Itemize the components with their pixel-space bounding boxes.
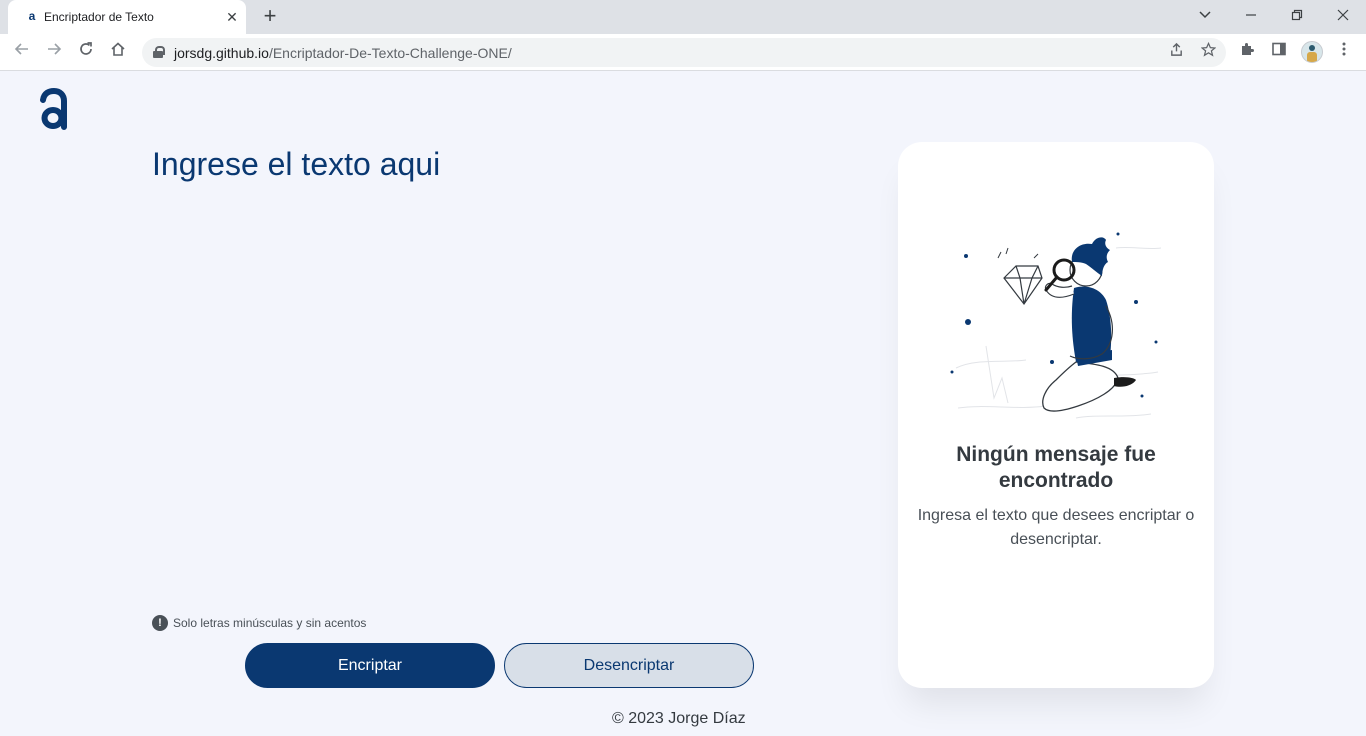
share-icon[interactable]	[1164, 41, 1188, 65]
url-text: jorsdg.github.io/Encriptador-De-Texto-Ch…	[174, 45, 512, 61]
browser-toolbar: jorsdg.github.io/Encriptador-De-Texto-Ch…	[0, 34, 1366, 71]
minimize-icon[interactable]	[1228, 0, 1274, 32]
home-icon[interactable]	[104, 38, 132, 66]
text-input[interactable]	[152, 200, 852, 590]
encrypt-button[interactable]: Encriptar	[245, 643, 495, 688]
bookmark-star-icon[interactable]	[1196, 41, 1220, 65]
lock-icon[interactable]	[153, 46, 165, 58]
back-icon[interactable]	[8, 38, 36, 66]
page-title: Ingrese el texto aqui	[152, 146, 441, 182]
result-message: Ingresa el texto que desees encriptar o …	[917, 507, 1195, 548]
browser-tab-strip: a Encriptador de Texto ✕ +	[0, 0, 1366, 34]
close-tab-icon[interactable]: ✕	[222, 7, 242, 27]
forward-icon[interactable]	[40, 38, 68, 66]
close-window-icon[interactable]	[1320, 0, 1366, 32]
extensions-icon[interactable]	[1233, 38, 1261, 66]
address-bar[interactable]: jorsdg.github.io/Encriptador-De-Texto-Ch…	[142, 38, 1226, 67]
person-with-magnifier-illustration	[950, 232, 1162, 419]
decrypt-button[interactable]: Desencriptar	[504, 643, 754, 688]
browser-tab[interactable]: a Encriptador de Texto ✕	[8, 0, 246, 34]
site-favicon-icon: a	[28, 9, 36, 23]
result-card: Ningún mensaje fue encontrado Ingresa el…	[898, 142, 1214, 688]
profile-avatar[interactable]	[1301, 41, 1323, 63]
more-menu-icon[interactable]	[1330, 38, 1358, 66]
side-panel-icon[interactable]	[1265, 38, 1293, 66]
exclamation-circle-icon: !	[152, 615, 168, 631]
reload-icon[interactable]	[72, 38, 100, 66]
tab-title: Encriptador de Texto	[44, 10, 154, 24]
hint-text: Solo letras minúsculas y sin acentos	[173, 616, 367, 630]
restore-icon[interactable]	[1274, 0, 1320, 32]
input-hint: ! Solo letras minúsculas y sin acentos	[152, 615, 366, 631]
new-tab-icon[interactable]: +	[258, 5, 282, 29]
tab-search-chevron-icon[interactable]	[1182, 0, 1228, 32]
result-title: Ningún mensaje fue encontrado	[956, 443, 1156, 492]
footer-copyright: © 2023 Jorge Díaz	[612, 710, 746, 727]
logo-icon	[38, 86, 68, 132]
